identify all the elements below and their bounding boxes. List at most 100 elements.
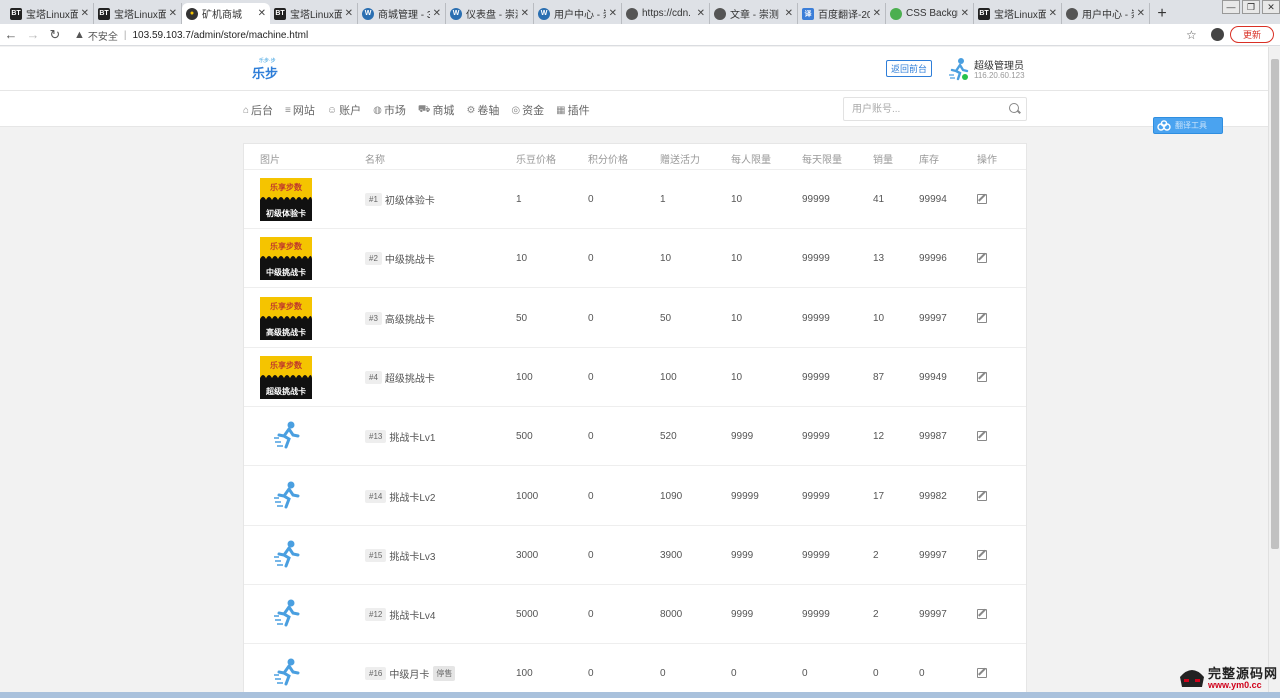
product-name-cell: #4 超级挑战卡 [365, 370, 435, 385]
vitality-cell: 3900 [660, 549, 683, 561]
reload-icon[interactable]: ↻ [44, 27, 66, 43]
edit-icon[interactable] [977, 668, 987, 679]
per-day-limit-cell: 0 [802, 668, 808, 680]
sales-cell: 13 [873, 253, 885, 265]
close-tab-icon[interactable]: ✕ [961, 8, 969, 19]
translate-tool-button[interactable]: 翻译工具 [1153, 117, 1223, 134]
menu-item-label: 资金 [522, 105, 545, 117]
page-scrollbar[interactable] [1268, 47, 1280, 692]
minimize-icon[interactable]: — [1222, 0, 1240, 14]
browser-tab[interactable]: CSS Backgr ✕ [886, 3, 974, 24]
edit-icon[interactable] [977, 312, 987, 323]
browser-tab[interactable]: BT 宝塔Linux面 ✕ [974, 3, 1062, 24]
bean-price-cell: 50 [516, 312, 528, 324]
points-price-cell: 0 [588, 490, 594, 502]
vitality-cell: 100 [660, 371, 677, 383]
scrollbar-thumb[interactable] [1271, 59, 1279, 549]
browser-tab-title: 宝塔Linux面 [994, 10, 1046, 21]
runner-icon [274, 540, 300, 568]
browser-tab[interactable]: BT 宝塔Linux面 ✕ [94, 3, 182, 24]
forward-arrow-icon[interactable]: → [22, 27, 44, 42]
menu-item[interactable]: ▦ 插件 [556, 102, 589, 118]
menu-item[interactable]: ⚙ 卷轴 [466, 102, 499, 118]
product-name: 中级月卡 [389, 670, 430, 682]
bean-price-cell: 1000 [516, 490, 539, 502]
close-tab-icon[interactable]: ✕ [697, 8, 705, 19]
edit-icon[interactable] [977, 431, 987, 442]
back-to-frontend-button[interactable]: 返回前台 [886, 60, 932, 77]
product-name-cell: #15 挑战卡Lv3 [365, 548, 435, 563]
per-day-limit-cell: 99999 [802, 194, 830, 205]
bt-icon: BT [978, 7, 990, 20]
browser-tab[interactable]: W 商城管理 - 3 ✕ [358, 3, 446, 24]
edit-icon[interactable] [977, 549, 987, 560]
close-tab-icon[interactable]: ✕ [609, 8, 617, 19]
globe-icon [714, 7, 726, 20]
window-controls: — ❐ ✕ [1220, 0, 1280, 14]
edit-icon[interactable] [977, 371, 987, 382]
user-search-input[interactable] [844, 98, 994, 120]
browser-tab[interactable]: BT 宝塔Linux面 ✕ [6, 3, 94, 24]
grid-icon: ▦ [556, 104, 566, 116]
status-tag: 停售 [433, 666, 456, 682]
menu-item[interactable]: ◍ 市场 [373, 102, 406, 118]
close-tab-icon[interactable]: ✕ [169, 8, 177, 19]
close-tab-icon[interactable]: ✕ [258, 8, 266, 19]
product-id-badge: #3 [365, 311, 382, 325]
site-logo[interactable]: 乐步·步 乐步 [252, 57, 282, 81]
vitality-cell: 8000 [660, 609, 683, 621]
close-tab-icon[interactable]: ✕ [785, 8, 793, 19]
close-tab-icon[interactable]: ✕ [345, 8, 353, 19]
browser-tab[interactable]: 文章 - 崇测 ✕ [710, 3, 798, 24]
browser-tab[interactable]: https://cdn. ✕ [622, 3, 710, 24]
table-row: 乐享步数 中级挑战卡 #2 中级挑战卡 10 0 10 10 99999 13 99996 [244, 229, 1026, 289]
close-tab-icon[interactable]: ✕ [1137, 8, 1145, 19]
close-tab-icon[interactable]: ✕ [1049, 8, 1057, 19]
menu-item[interactable]: ◎ 资金 [511, 102, 544, 118]
column-header: 乐豆价格 [516, 155, 556, 166]
menu-item[interactable]: ☺ 账户 [327, 102, 361, 118]
browser-tab[interactable]: 译百度翻译-20 ✕ [798, 3, 886, 24]
menu-item[interactable]: ⌂ 后台 [243, 102, 273, 118]
browser-tab[interactable]: 用户中心 - 崇✕ [1062, 3, 1150, 24]
update-button[interactable]: 更新 [1230, 26, 1274, 43]
edit-icon[interactable] [977, 253, 987, 264]
new-tab-button[interactable]: + [1150, 3, 1174, 24]
restore-icon[interactable]: ❐ [1242, 0, 1260, 14]
browser-tab[interactable]: BT 宝塔Linux面 ✕ [270, 3, 358, 24]
menu-item-label: 账户 [339, 105, 362, 117]
points-price-cell: 0 [588, 253, 594, 265]
product-id-badge: #15 [365, 548, 387, 562]
close-tab-icon[interactable]: ✕ [873, 8, 881, 19]
edit-icon[interactable] [977, 490, 987, 501]
edit-icon[interactable] [977, 194, 987, 204]
bookmark-star-icon[interactable]: ☆ [1186, 28, 1197, 42]
close-tab-icon[interactable]: ✕ [433, 8, 441, 19]
stock-cell: 99987 [919, 431, 947, 443]
product-name: 挑战卡Lv1 [389, 433, 436, 445]
close-tab-icon[interactable]: ✕ [521, 8, 529, 19]
menu-item[interactable]: ≡ 网站 [285, 102, 315, 118]
per-day-limit-cell: 99999 [802, 609, 830, 621]
product-id-badge: #14 [365, 489, 387, 503]
browser-tab[interactable]: ● 矿机商城 ✕ [182, 3, 270, 24]
stock-cell: 99997 [919, 549, 947, 561]
browser-tab[interactable]: W 仪表盘 - 崇润✕ [446, 3, 534, 24]
search-icon[interactable] [1009, 103, 1019, 113]
browser-tab-title: 矿机商城 [202, 10, 242, 21]
product-thumbnail: 乐享步数 中级挑战卡 [260, 237, 312, 281]
points-price-cell: 0 [588, 668, 594, 680]
profile-icon[interactable] [1211, 28, 1224, 41]
product-thumbnail: 乐享步数 初级体验卡 [260, 178, 312, 221]
menu-item[interactable]: ⛟ 商城 [418, 102, 455, 118]
edit-icon[interactable] [977, 609, 987, 620]
product-id-badge: #13 [365, 430, 387, 444]
back-arrow-icon[interactable]: ← [0, 27, 22, 42]
points-price-cell: 0 [588, 431, 594, 443]
browser-tab[interactable]: W 用户中心 - 崇✕ [534, 3, 622, 24]
points-price-cell: 0 [588, 194, 594, 205]
close-tab-icon[interactable]: ✕ [81, 8, 89, 19]
close-window-icon[interactable]: ✕ [1262, 0, 1280, 14]
list-icon: ≡ [285, 104, 291, 116]
url-field[interactable]: ▲ 不安全 | 103.59.103.7/admin/store/machine… [74, 26, 1204, 44]
